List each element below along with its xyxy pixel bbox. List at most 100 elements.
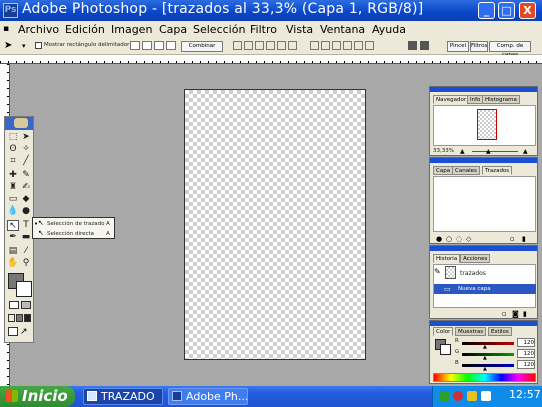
new-path-icon[interactable]: ▫ — [510, 235, 515, 243]
screen-mode-menu-icon[interactable] — [16, 314, 23, 322]
tab-channels[interactable]: Canales — [452, 166, 480, 175]
flyout-item-direct-selection[interactable]: Selección directa — [47, 231, 94, 237]
palette-filters-button[interactable]: Filtros — [470, 41, 488, 52]
standard-mode-icon[interactable] — [9, 301, 19, 309]
make-work-path-icon[interactable]: ◇ — [466, 235, 471, 243]
task-trazado[interactable]: TRAZADO — [83, 388, 163, 405]
start-button[interactable]: Inicio — [0, 386, 75, 407]
navigator-preview[interactable] — [433, 105, 536, 146]
move-tool-icon[interactable]: ➤ — [20, 132, 32, 143]
brush-tool-icon[interactable]: ✎ — [20, 170, 32, 181]
minimize-button[interactable]: _ — [478, 2, 495, 19]
maximize-button[interactable]: □ — [498, 2, 515, 19]
healing-brush-tool-icon[interactable]: ✚ — [7, 170, 19, 181]
panel-title-bar[interactable] — [430, 321, 537, 326]
distribute-left-icon[interactable] — [343, 41, 352, 50]
paths-list[interactable] — [433, 176, 536, 232]
tab-info[interactable]: Info — [467, 95, 484, 104]
file-browser-icon[interactable] — [408, 41, 417, 50]
imageready-arrow-icon[interactable]: ↗ — [20, 327, 30, 337]
task-photoshop[interactable]: Adobe Ph... — [168, 388, 248, 405]
load-selection-icon[interactable]: ◌ — [456, 235, 462, 243]
distribute-middle-icon[interactable] — [321, 41, 330, 50]
zoom-value[interactable]: 33,33% — [433, 148, 454, 154]
palette-well-icon[interactable] — [420, 41, 429, 50]
distribute-center-icon[interactable] — [354, 41, 363, 50]
marquee-tool-icon[interactable]: ⬚ — [7, 132, 19, 143]
menu-edicion[interactable]: Edición — [65, 23, 105, 36]
distribute-top-icon[interactable] — [310, 41, 319, 50]
tab-history[interactable]: Historia — [433, 254, 461, 263]
color-slider-track[interactable] — [462, 364, 514, 367]
color-value-field[interactable]: 120 — [517, 349, 535, 358]
new-snapshot-icon[interactable]: ◙ — [512, 310, 519, 318]
tray-app-icon[interactable] — [467, 391, 477, 401]
menu-imagen[interactable]: Imagen — [111, 23, 152, 36]
tab-color[interactable]: Color — [433, 327, 454, 336]
screen-mode-standard-icon[interactable] — [8, 314, 15, 322]
panel-title-bar[interactable] — [430, 246, 537, 251]
distribute-bottom-icon[interactable] — [332, 41, 341, 50]
tab-styles[interactable]: Estilos — [488, 327, 512, 336]
tab-layers[interactable]: Capa — [433, 166, 454, 175]
trash-icon[interactable]: ▮ — [523, 310, 527, 318]
lasso-tool-icon[interactable]: ʘ — [7, 144, 19, 155]
horizontal-ruler[interactable] — [0, 55, 542, 64]
zoom-in-icon[interactable]: ▲ — [523, 148, 528, 155]
bounding-box-checkbox[interactable] — [35, 42, 42, 49]
align-middle-icon[interactable] — [244, 41, 253, 50]
document-icon[interactable]: ▪ — [3, 24, 11, 34]
subtract-shape-icon[interactable] — [142, 41, 152, 50]
exclude-shape-icon[interactable] — [166, 41, 176, 50]
eyedropper-tool-icon[interactable]: ⁄ — [20, 246, 32, 257]
menu-capa[interactable]: Capa — [159, 23, 187, 36]
history-brush-source-icon[interactable]: ✎ — [434, 267, 443, 276]
title-bar[interactable]: Ps Adobe Photoshop - [trazados al 33,3% … — [0, 0, 542, 21]
screen-mode-full-icon[interactable] — [24, 314, 31, 322]
color-slider-track[interactable] — [462, 353, 514, 356]
jump-to-imageready-icon[interactable] — [8, 327, 18, 336]
stroke-path-icon[interactable]: ○ — [446, 235, 452, 243]
color-slider-thumb[interactable]: ▲ — [483, 355, 487, 361]
zoom-slider-thumb[interactable]: ▲ — [486, 148, 491, 155]
menu-ventana[interactable]: Ventana — [320, 23, 365, 36]
tab-swatches[interactable]: Muestras — [455, 327, 487, 336]
align-left-icon[interactable] — [266, 41, 275, 50]
history-item-snapshot[interactable]: trazados — [460, 270, 486, 277]
fill-path-icon[interactable]: ● — [436, 235, 442, 243]
combine-button[interactable]: Combinar — [181, 41, 223, 52]
new-document-icon[interactable]: ▫ — [502, 310, 507, 318]
menu-filtro[interactable]: Filtro — [250, 23, 277, 36]
stamp-tool-icon[interactable]: ♜ — [7, 182, 19, 193]
trash-icon[interactable]: ▮ — [522, 235, 526, 243]
tab-histogram[interactable]: Histograma — [482, 95, 520, 104]
zoom-slider[interactable] — [472, 151, 518, 152]
tray-antivirus-icon[interactable] — [453, 391, 463, 401]
background-color-swatch[interactable] — [16, 281, 32, 297]
menu-seleccion[interactable]: Selección — [193, 23, 245, 36]
blur-tool-icon[interactable]: 💧 — [7, 206, 19, 217]
color-ramp[interactable] — [433, 373, 536, 382]
toolbox-header[interactable] — [5, 117, 33, 130]
tab-navigator[interactable]: Navegador — [433, 95, 470, 104]
distribute-right-icon[interactable] — [365, 41, 374, 50]
navigator-thumbnail[interactable] — [477, 109, 497, 140]
color-slider-track[interactable] — [462, 342, 514, 345]
palette-brush-button[interactable]: Pincel — [447, 41, 469, 52]
zoom-tool-icon[interactable]: ⚲ — [20, 258, 32, 269]
panel-title-bar[interactable] — [430, 158, 537, 163]
history-item-new-layer[interactable]: Nueva capa — [458, 286, 491, 292]
menu-ayuda[interactable]: Ayuda — [372, 23, 406, 36]
add-shape-icon[interactable] — [130, 41, 140, 50]
menu-archivo[interactable]: Archivo — [18, 23, 59, 36]
color-slider-thumb[interactable]: ▲ — [483, 344, 487, 350]
tab-paths[interactable]: Trazados — [482, 166, 513, 175]
arrow-tool-icon[interactable]: ➤ — [4, 40, 12, 51]
pen-tool-icon[interactable]: ✒ — [7, 232, 19, 243]
tab-actions[interactable]: Acciones — [460, 254, 491, 263]
close-button[interactable]: X — [519, 2, 536, 19]
notes-tool-icon[interactable]: ▤ — [7, 246, 19, 257]
history-brush-tool-icon[interactable]: ✍ — [20, 182, 32, 193]
panel-title-bar[interactable] — [430, 87, 537, 92]
intersect-shape-icon[interactable] — [154, 41, 164, 50]
